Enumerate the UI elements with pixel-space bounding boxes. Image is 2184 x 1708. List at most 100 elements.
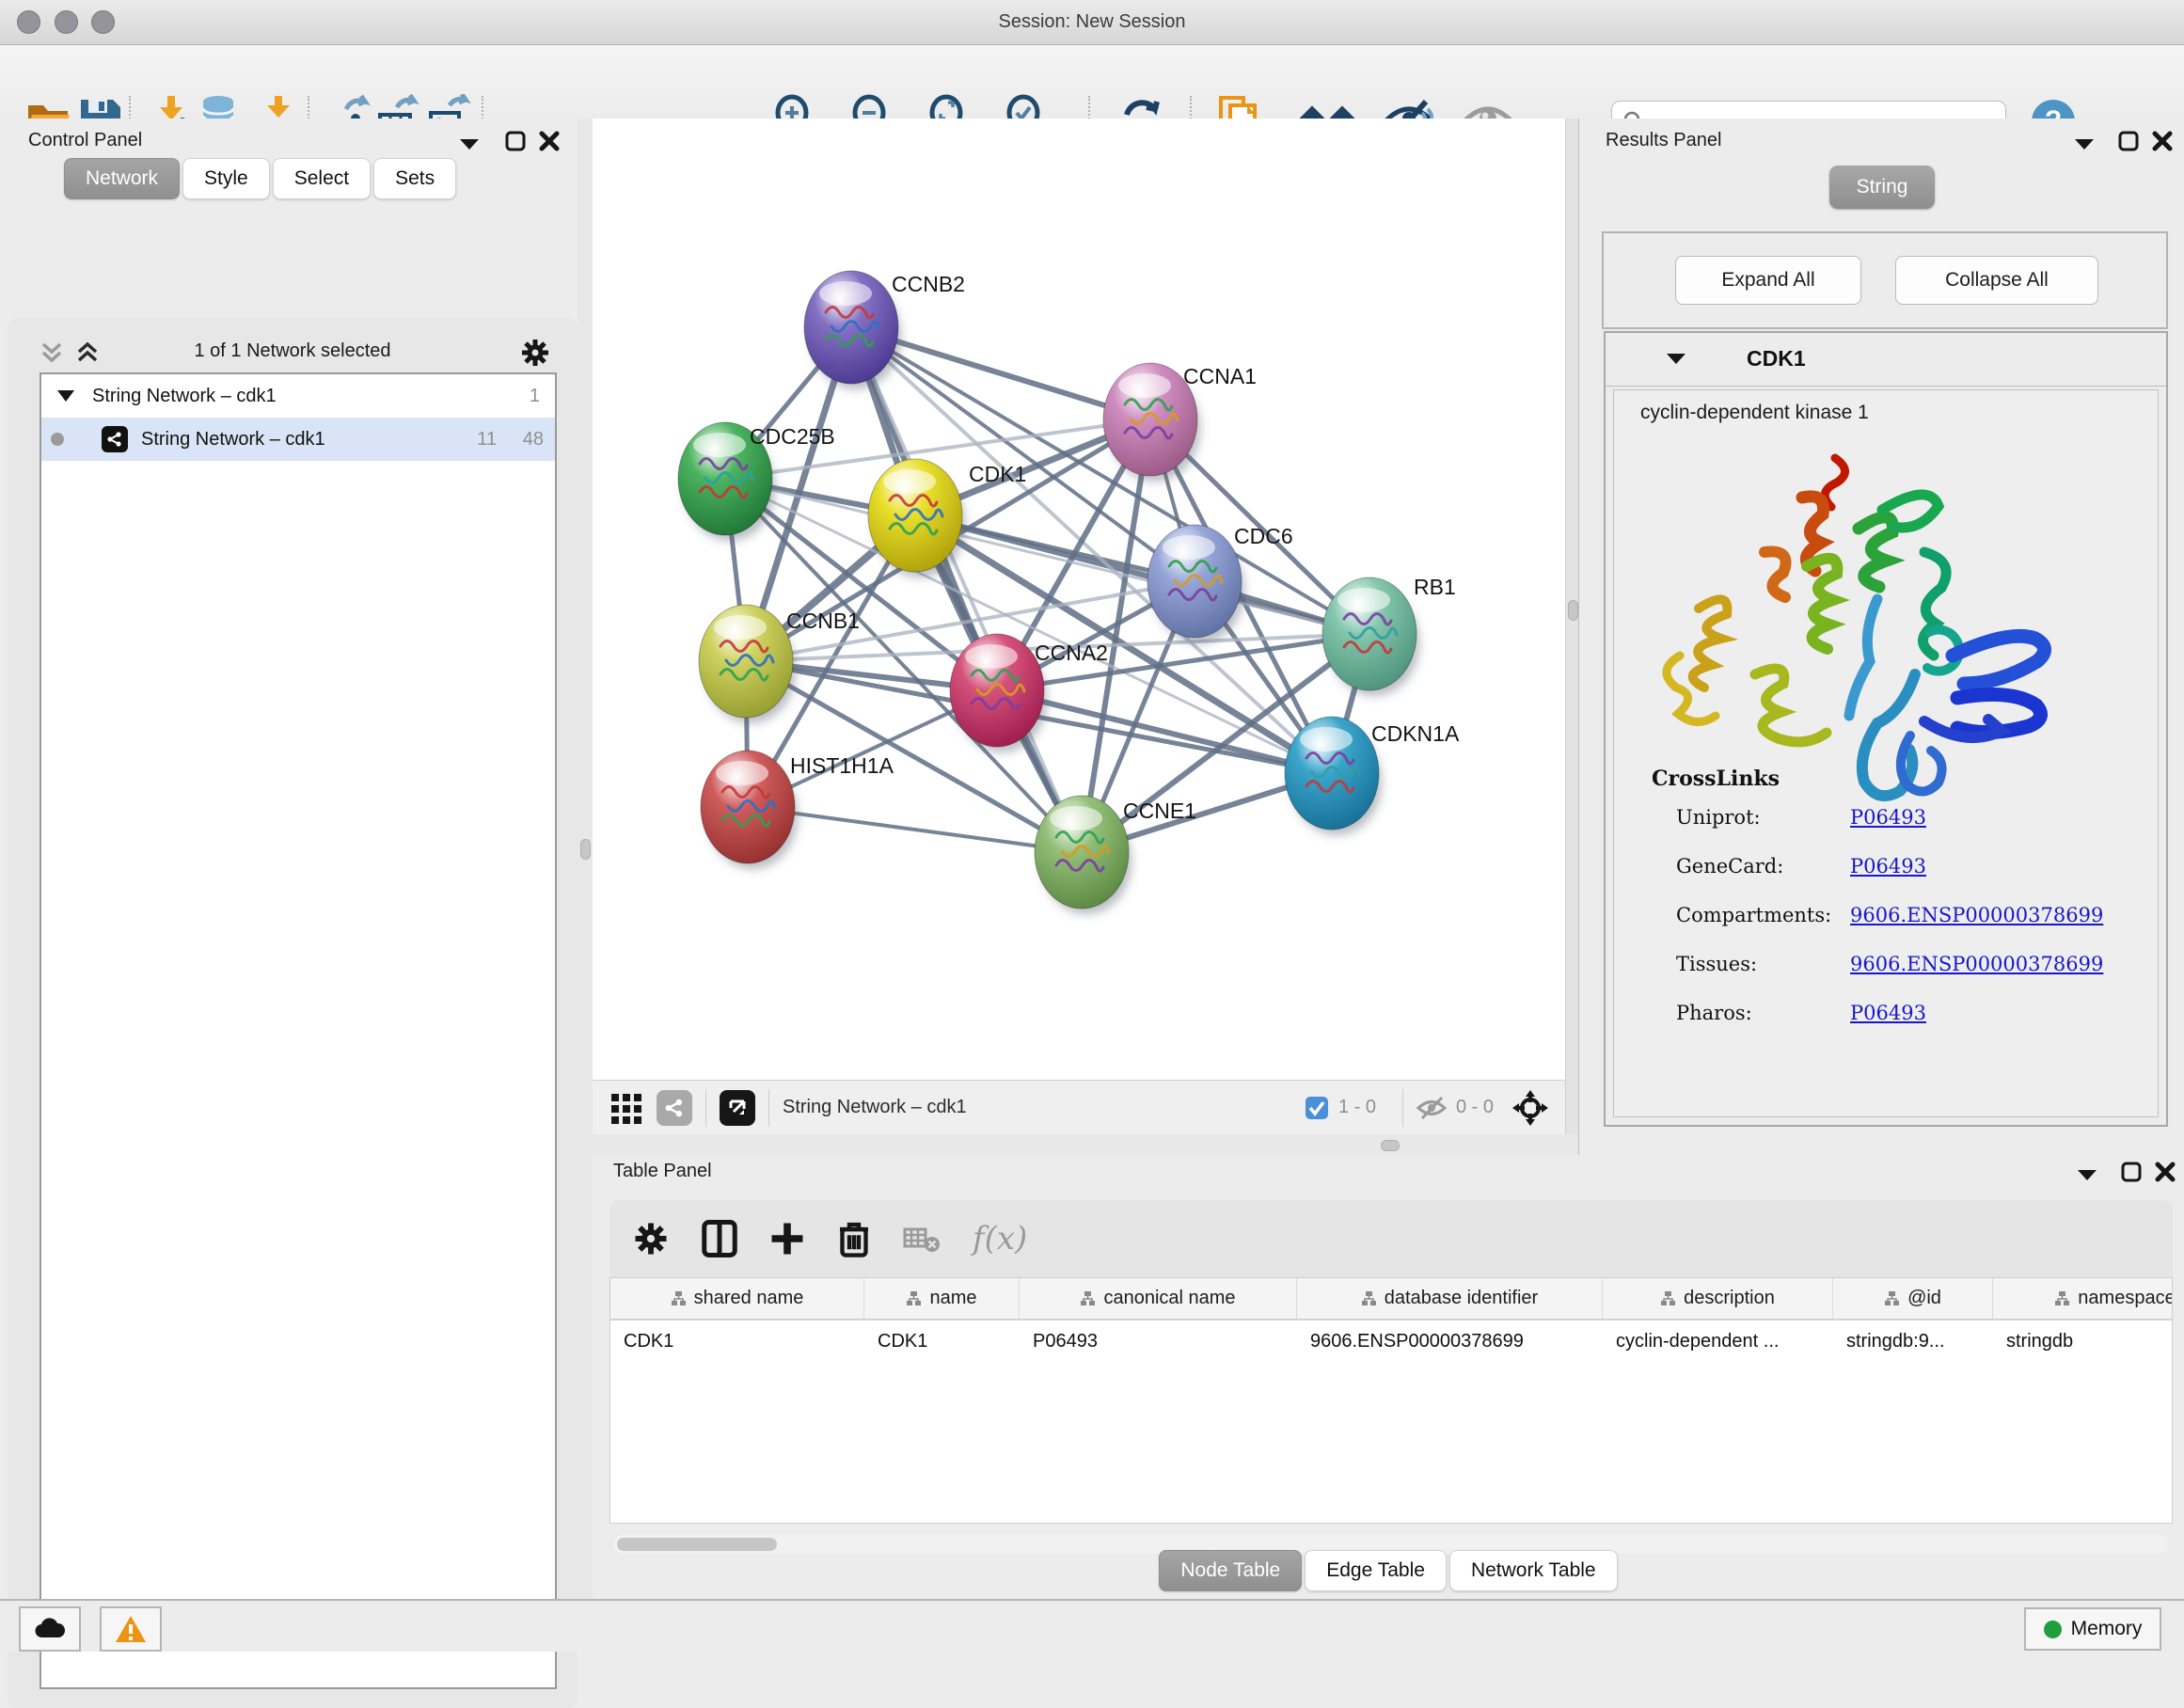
- crosslink-link[interactable]: 9606.ENSP00000378699: [1850, 953, 2103, 975]
- collapse-all-button[interactable]: Collapse All: [1895, 256, 2098, 305]
- column-header-canonical-name[interactable]: canonical name: [1020, 1278, 1297, 1319]
- current-network-title: String Network – cdk1: [783, 1097, 967, 1118]
- table-header-row: shared namenamecanonical namedatabase id…: [610, 1278, 2172, 1321]
- section-collapse-icon[interactable]: [1666, 352, 1686, 365]
- network-node-rb1[interactable]: RB1: [1322, 575, 1456, 696]
- tab-network-table[interactable]: Network Table: [1449, 1550, 1618, 1591]
- panel-maximize-icon[interactable]: [504, 130, 527, 152]
- node-description: cyclin-dependent kinase 1: [1640, 402, 1869, 424]
- panel-close-icon[interactable]: [2154, 1161, 2176, 1183]
- network-node-cdkn1a[interactable]: CDKN1A: [1285, 717, 1460, 835]
- toolbar-separator: [705, 1089, 706, 1127]
- network-graph[interactable]: CCNB2 CCNA1 CDC25B CDK1 CDC6RB1 CCNB1 CCNA2 CDK…: [593, 119, 1565, 1080]
- tab-network[interactable]: Network: [64, 158, 180, 199]
- selected-checkbox-icon[interactable]: [1305, 1096, 1329, 1120]
- tab-select[interactable]: Select: [273, 158, 371, 199]
- panel-float-icon[interactable]: [459, 137, 480, 150]
- node-label: CCNB2: [892, 272, 965, 296]
- status-bar: Memory: [0, 1599, 2184, 1652]
- column-header-@id[interactable]: @id: [1833, 1278, 1993, 1319]
- column-header-shared-name[interactable]: shared name: [610, 1278, 864, 1319]
- results-panel: Results Panel String Expand All Collapse…: [1578, 119, 2184, 1155]
- control-panel: Control Panel Network Style Select Sets …: [0, 119, 593, 1599]
- network-node-cdc25b[interactable]: CDC25B: [678, 422, 835, 541]
- crosslink-link[interactable]: P06493: [1850, 1002, 1926, 1024]
- crosslink-link[interactable]: P06493: [1850, 855, 1926, 878]
- node-title: CDK1: [1747, 346, 1806, 372]
- control-panel-splitter[interactable]: [578, 119, 593, 1599]
- node-table[interactable]: shared namenamecanonical namedatabase id…: [609, 1277, 2173, 1524]
- network-node-ccne1[interactable]: CCNE1: [1035, 796, 1196, 914]
- network-selection-status: 1 of 1 Network selected: [26, 340, 559, 362]
- cloud-status-button[interactable]: [19, 1606, 81, 1652]
- add-column-icon[interactable]: [769, 1221, 805, 1257]
- column-header-description[interactable]: description: [1603, 1278, 1833, 1319]
- crosslink-label: GeneCard:: [1676, 855, 1783, 878]
- crosslink-link[interactable]: P06493: [1850, 806, 1926, 829]
- column-type-icon: [1884, 1290, 1900, 1306]
- show-columns-icon[interactable]: [702, 1220, 737, 1257]
- table-options-gear-icon[interactable]: [632, 1220, 670, 1257]
- results-actions-box: Expand All Collapse All: [1602, 231, 2168, 329]
- window-title: Session: New Session: [0, 11, 2184, 33]
- tab-sets[interactable]: Sets: [373, 158, 456, 199]
- network-node-ccnb2[interactable]: CCNB2: [804, 271, 965, 389]
- column-header-database-identifier[interactable]: database identifier: [1297, 1278, 1603, 1319]
- network-node-ccna2[interactable]: CCNA2: [950, 634, 1108, 752]
- birdseye-crosshair-icon[interactable]: [1511, 1088, 1550, 1128]
- node-label: CCNB1: [786, 609, 860, 633]
- panel-close-icon[interactable]: [2151, 130, 2174, 152]
- crosslinks-title: CrossLinks: [1652, 767, 1780, 791]
- node-label: CCNE1: [1123, 799, 1196, 823]
- network-canvas[interactable]: CCNB2 CCNA1 CDC25B CDK1 CDC6RB1 CCNB1 CCNA2 CDK…: [593, 119, 1565, 1080]
- network-node-hist1h1a[interactable]: HIST1H1A: [701, 751, 894, 869]
- string-view-icon[interactable]: [657, 1090, 692, 1126]
- tree-expand-icon[interactable]: [56, 389, 75, 403]
- table-row[interactable]: CDK1CDK1P064939606.ENSP00000378699cyclin…: [610, 1321, 2172, 1363]
- panel-float-icon[interactable]: [2077, 1168, 2097, 1181]
- panel-close-icon[interactable]: [538, 130, 561, 152]
- control-panel-title: Control Panel: [28, 130, 142, 151]
- expand-all-button[interactable]: Expand All: [1675, 256, 1861, 305]
- crosslink-label: Compartments:: [1676, 904, 1831, 926]
- network-label: String Network – cdk1: [141, 429, 325, 451]
- panel-maximize-icon[interactable]: [2117, 130, 2140, 152]
- scrollbar-thumb[interactable]: [617, 1538, 777, 1551]
- column-type-icon: [1361, 1290, 1377, 1306]
- memory-status-dot: [2044, 1621, 2062, 1638]
- panel-float-icon[interactable]: [2074, 137, 2095, 150]
- network-collection-row[interactable]: String Network – cdk1 1: [41, 374, 555, 418]
- column-header-name[interactable]: name: [864, 1278, 1020, 1319]
- crosslink-label: Uniprot:: [1676, 806, 1761, 829]
- node-details-header[interactable]: CDK1: [1606, 333, 2166, 387]
- tab-style[interactable]: Style: [182, 158, 270, 199]
- network-row-selected[interactable]: String Network – cdk1 11 48: [41, 418, 555, 461]
- table-cell: stringdb: [1993, 1331, 2173, 1352]
- warning-icon: [115, 1615, 147, 1643]
- title-bar: Session: New Session: [0, 0, 2184, 45]
- network-options-gear-icon[interactable]: [519, 337, 551, 369]
- node-details-box: CDK1 cyclin-dependent kinase 1: [1604, 331, 2168, 1127]
- tab-string[interactable]: String: [1829, 166, 1935, 209]
- detach-view-icon[interactable]: [720, 1090, 755, 1126]
- table-toolbar: f(x): [609, 1200, 2173, 1277]
- table-cell: CDK1: [610, 1331, 864, 1352]
- tab-edge-table[interactable]: Edge Table: [1305, 1550, 1447, 1591]
- network-node-ccnb1[interactable]: CCNB1: [699, 605, 860, 723]
- memory-label: Memory: [2071, 1618, 2143, 1640]
- warnings-button[interactable]: [100, 1606, 162, 1652]
- column-header-namespace[interactable]: namespace: [1993, 1278, 2173, 1319]
- network-node-cdk1[interactable]: CDK1: [868, 459, 1026, 577]
- table-cell: P06493: [1020, 1331, 1297, 1352]
- memory-button[interactable]: Memory: [2024, 1607, 2161, 1651]
- delete-column-icon[interactable]: [837, 1220, 871, 1257]
- tab-node-table[interactable]: Node Table: [1159, 1550, 1302, 1591]
- crosslink-link[interactable]: 9606.ENSP00000378699: [1850, 904, 2103, 926]
- network-current-dot: [51, 433, 64, 446]
- network-node-cdc6[interactable]: CDC6: [1147, 524, 1293, 643]
- table-cell: 9606.ENSP00000378699: [1297, 1331, 1603, 1352]
- hidden-count: 0 - 0: [1456, 1097, 1494, 1118]
- panel-maximize-icon[interactable]: [2120, 1161, 2143, 1183]
- grid-view-icon[interactable]: [609, 1090, 645, 1126]
- network-node-ccna1[interactable]: CCNA1: [1103, 363, 1257, 482]
